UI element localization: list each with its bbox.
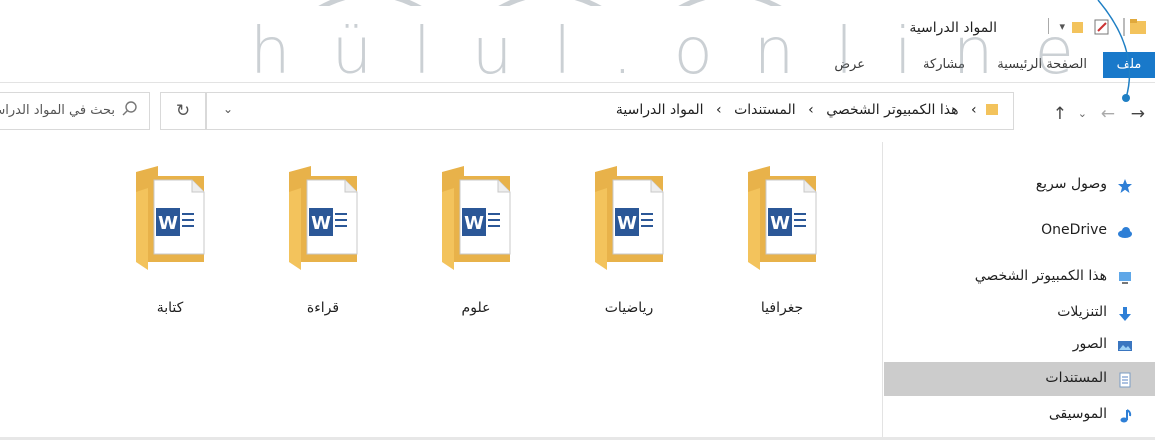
new-folder-icon[interactable]	[1069, 18, 1087, 38]
sidebar-item-quick-access[interactable]: وصول سريع	[884, 168, 1155, 202]
folder-name: كتابة	[156, 300, 184, 316]
tab-home[interactable]: الصفحة الرئيسية	[997, 52, 1087, 78]
folder-name: قراءة	[306, 300, 340, 316]
folder-reading[interactable]: W قراءة	[268, 162, 378, 332]
sidebar-item-label: المستندات	[1045, 370, 1107, 386]
folder-icon	[1129, 18, 1147, 38]
tab-view[interactable]: عرض	[834, 52, 865, 78]
music-icon	[1120, 409, 1132, 423]
window-title: المواد الدراسية	[909, 20, 997, 36]
word-folder-icon: W	[289, 166, 358, 270]
tab-file[interactable]: ملف	[1103, 52, 1155, 78]
svg-text:W: W	[311, 213, 331, 234]
sidebar-item-label: الصور	[1072, 336, 1107, 352]
tab-share[interactable]: مشاركة	[923, 52, 965, 78]
word-folder-icon: W	[595, 166, 664, 270]
breadcrumb-folder-icon	[986, 104, 998, 115]
title-bar: ▾ المواد الدراسية	[0, 0, 1155, 48]
search-icon	[122, 101, 137, 116]
properties-icon[interactable]	[1093, 18, 1111, 38]
search-box[interactable]: بحث في المواد الدراسية	[0, 92, 150, 130]
word-folder-icon: W	[136, 166, 205, 270]
svg-text:W: W	[158, 213, 178, 234]
ribbon: ملف الصفحة الرئيسية مشاركة عرض	[0, 52, 1155, 83]
sidebar-item-this-pc[interactable]: هذا الكمبيوتر الشخصي	[884, 260, 1155, 294]
documents-icon	[1119, 372, 1131, 388]
svg-text:W: W	[770, 213, 790, 234]
breadcrumb: › هذا الكمبيوتر الشخصي › المستندات › الم…	[612, 102, 999, 118]
word-folder-icon: W	[442, 166, 511, 270]
title-separator	[1123, 18, 1125, 36]
refresh-icon: ↻	[175, 101, 191, 121]
star-icon	[1118, 179, 1132, 193]
sidebar-item-downloads[interactable]: التنزيلات	[884, 296, 1155, 330]
customize-toolbar-icon[interactable]: ▾	[1059, 20, 1065, 40]
cloud-icon	[1118, 227, 1132, 238]
folder-name: علوم	[461, 300, 491, 316]
word-folder-icon: W	[748, 166, 817, 270]
svg-text:W: W	[464, 213, 484, 234]
download-icon	[1119, 307, 1131, 321]
breadcrumb-item-documents[interactable]: المستندات	[734, 102, 796, 118]
breadcrumb-separator-icon: ›	[970, 102, 977, 118]
pictures-icon	[1118, 341, 1132, 351]
sidebar-item-pictures[interactable]: الصور	[884, 328, 1155, 362]
sidebar-item-label: الموسيقى	[1048, 406, 1107, 422]
up-arrow-icon[interactable]: ↑	[1053, 104, 1067, 124]
sidebar-item-label: التنزيلات	[1057, 304, 1107, 320]
breadcrumb-item-pc[interactable]: هذا الكمبيوتر الشخصي	[826, 102, 958, 118]
computer-icon	[1119, 272, 1131, 284]
sidebar-item-documents[interactable]: المستندات	[884, 362, 1155, 396]
folder-writing[interactable]: W كتابة	[115, 162, 225, 332]
sidebar-item-label: وصول سريع	[1035, 176, 1107, 192]
pane-divider[interactable]	[882, 142, 883, 440]
sidebar-item-music[interactable]: الموسيقى	[884, 398, 1155, 432]
refresh-button[interactable]: ↻	[160, 92, 206, 130]
folder-name: رياضيات	[604, 300, 654, 316]
forward-arrow-icon[interactable]: ←	[1101, 104, 1115, 124]
folder-name: جغرافيا	[760, 300, 804, 316]
sidebar-item-onedrive[interactable]: OneDrive	[884, 214, 1155, 248]
folder-science[interactable]: W علوم	[421, 162, 531, 332]
back-arrow-icon[interactable]: →	[1131, 104, 1145, 124]
folder-math[interactable]: W رياضيات	[574, 162, 684, 332]
breadcrumb-item-current[interactable]: المواد الدراسية	[616, 102, 704, 118]
recent-locations-icon[interactable]: ⌄	[1078, 104, 1087, 124]
breadcrumb-separator-icon: ›	[716, 102, 722, 118]
title-separator-2	[1048, 18, 1049, 34]
breadcrumb-separator-icon: ›	[808, 102, 814, 118]
folder-geography[interactable]: W جغرافيا	[727, 162, 837, 332]
address-bar[interactable]: › هذا الكمبيوتر الشخصي › المستندات › الم…	[206, 92, 1014, 130]
search-placeholder: بحث في المواد الدراسية	[0, 103, 115, 118]
sidebar-item-label: هذا الكمبيوتر الشخصي	[974, 268, 1107, 284]
sidebar-item-label: OneDrive	[1041, 222, 1107, 238]
svg-text:W: W	[617, 213, 637, 234]
address-dropdown-icon[interactable]: ⌄	[223, 102, 233, 116]
